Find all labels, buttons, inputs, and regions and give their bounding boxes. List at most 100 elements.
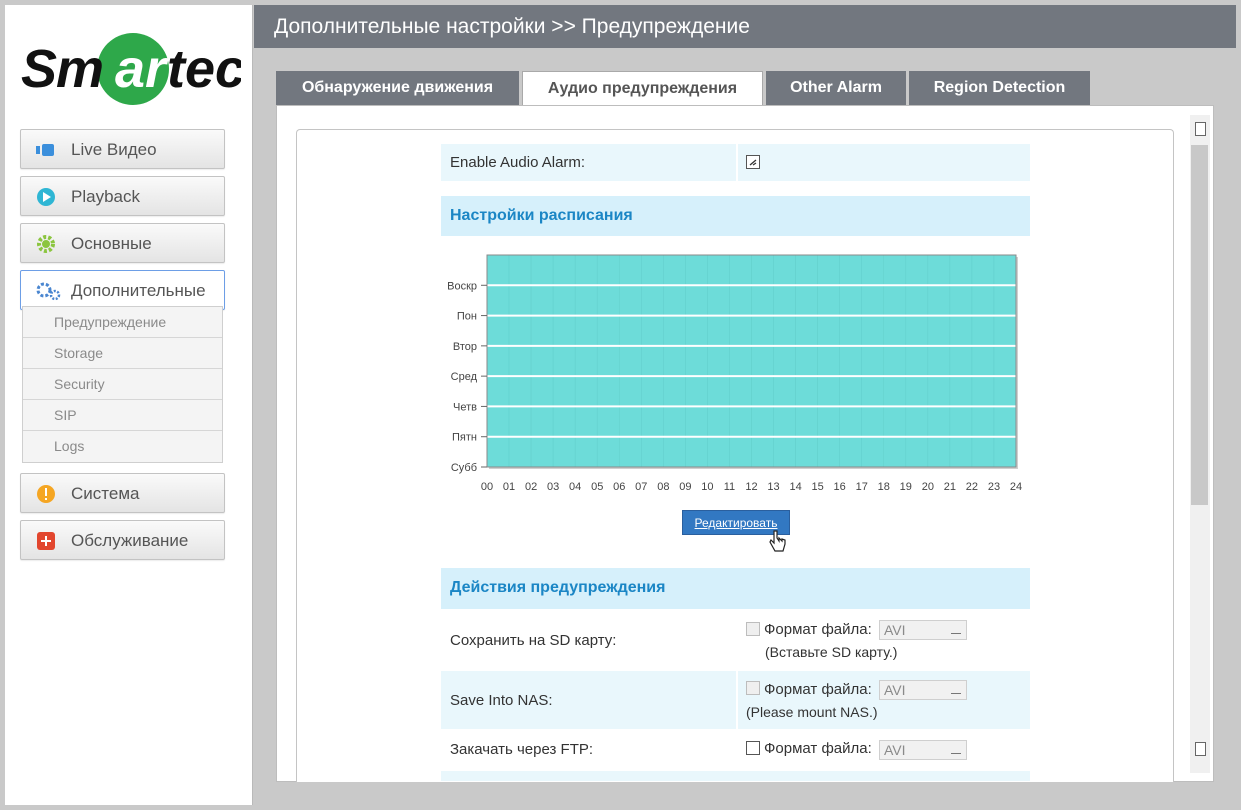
schedule-cell[interactable] <box>663 436 686 468</box>
nav-maintenance[interactable]: Обслуживание <box>20 520 225 560</box>
schedule-cell[interactable] <box>619 285 642 316</box>
schedule-cell[interactable] <box>971 254 995 286</box>
schedule-cell[interactable] <box>817 345 840 377</box>
schedule-cell[interactable] <box>949 436 973 468</box>
schedule-cell[interactable] <box>574 345 598 377</box>
schedule-cell[interactable] <box>530 254 554 286</box>
schedule-cell[interactable] <box>596 285 620 316</box>
schedule-cell[interactable] <box>949 315 973 347</box>
schedule-cell[interactable] <box>596 254 620 286</box>
schedule-cell[interactable] <box>552 285 576 316</box>
schedule-cell[interactable] <box>729 375 752 407</box>
schedule-cell[interactable] <box>905 436 929 468</box>
nas-format-select[interactable]: AVI <box>879 680 967 700</box>
vertical-scrollbar[interactable] <box>1190 115 1210 773</box>
schedule-cell[interactable] <box>971 285 995 316</box>
schedule-cell[interactable] <box>641 406 664 437</box>
schedule-cell[interactable] <box>530 436 554 468</box>
schedule-cell[interactable] <box>751 436 774 468</box>
schedule-cell[interactable] <box>773 406 796 437</box>
schedule-cell[interactable] <box>663 285 686 316</box>
schedule-cell[interactable] <box>574 315 598 347</box>
schedule-cell[interactable] <box>795 315 818 347</box>
schedule-chart[interactable]: Воскр Пон Втор Сред Четв Пятн Субб 00 01 02 03 04 05… <box>436 245 1036 505</box>
schedule-cell[interactable] <box>751 406 774 437</box>
schedule-cell[interactable] <box>685 345 708 377</box>
schedule-cell[interactable] <box>927 406 951 437</box>
schedule-cell[interactable] <box>663 375 686 407</box>
tab-motion-detection[interactable]: Обнаружение движения <box>276 71 519 105</box>
schedule-cell[interactable] <box>596 345 620 377</box>
schedule-cell[interactable] <box>883 375 907 407</box>
schedule-cell[interactable] <box>552 406 576 437</box>
schedule-cell[interactable] <box>795 254 818 286</box>
schedule-cell[interactable] <box>685 406 708 437</box>
schedule-cell[interactable] <box>861 375 885 407</box>
schedule-cell[interactable] <box>729 285 752 316</box>
schedule-cell[interactable] <box>817 436 840 468</box>
schedule-cell[interactable] <box>905 345 929 377</box>
tab-other-alarm[interactable]: Other Alarm <box>766 71 906 105</box>
schedule-cell[interactable] <box>817 406 840 437</box>
schedule-cell[interactable] <box>619 254 642 286</box>
schedule-cell[interactable] <box>596 436 620 468</box>
schedule-cell[interactable] <box>619 375 642 407</box>
schedule-cell[interactable] <box>993 315 1017 347</box>
schedule-cell[interactable] <box>883 285 907 316</box>
schedule-cell[interactable] <box>663 254 686 286</box>
schedule-cell[interactable] <box>993 254 1017 286</box>
schedule-cell[interactable] <box>971 345 995 377</box>
schedule-cell[interactable] <box>949 254 973 286</box>
ftp-checkbox[interactable] <box>746 741 760 755</box>
schedule-cell[interactable] <box>883 345 907 377</box>
submenu-sip[interactable]: SIP <box>23 400 222 431</box>
nav-live-video[interactable]: Live Видео <box>20 129 225 169</box>
scroll-down-arrow[interactable] <box>1195 742 1206 756</box>
schedule-cell[interactable] <box>993 375 1017 407</box>
schedule-cell[interactable] <box>530 375 554 407</box>
schedule-cell[interactable] <box>949 375 973 407</box>
schedule-cell[interactable] <box>685 375 708 407</box>
schedule-cell[interactable] <box>883 436 907 468</box>
schedule-cell[interactable] <box>861 436 885 468</box>
schedule-cell[interactable] <box>574 285 598 316</box>
schedule-cell[interactable] <box>949 406 973 437</box>
submenu-security[interactable]: Security <box>23 369 222 400</box>
schedule-cell[interactable] <box>883 315 907 347</box>
schedule-cell[interactable] <box>530 345 554 377</box>
schedule-cell[interactable] <box>949 345 973 377</box>
schedule-cell[interactable] <box>619 345 642 377</box>
schedule-cell[interactable] <box>905 285 929 316</box>
schedule-cell[interactable] <box>883 406 907 437</box>
schedule-cell[interactable] <box>508 315 532 347</box>
schedule-cell[interactable] <box>663 315 686 347</box>
schedule-cell[interactable] <box>817 375 840 407</box>
schedule-cell[interactable] <box>707 315 730 347</box>
schedule-cell[interactable] <box>552 254 576 286</box>
nav-basic[interactable]: Основные <box>20 223 225 263</box>
schedule-cell[interactable] <box>729 315 752 347</box>
schedule-cell[interactable] <box>486 345 510 377</box>
schedule-cell[interactable] <box>751 285 774 316</box>
schedule-cell[interactable] <box>574 436 598 468</box>
schedule-cell[interactable] <box>773 254 796 286</box>
schedule-cell[interactable] <box>861 254 885 286</box>
schedule-cell[interactable] <box>773 315 796 347</box>
schedule-cell[interactable] <box>685 436 708 468</box>
schedule-cell[interactable] <box>751 345 774 377</box>
schedule-cell[interactable] <box>839 345 862 377</box>
tab-audio-alarm[interactable]: Аудио предупреждения <box>522 71 763 107</box>
schedule-cell[interactable] <box>530 285 554 316</box>
schedule-cell[interactable] <box>707 254 730 286</box>
schedule-cell[interactable] <box>729 436 752 468</box>
schedule-cell[interactable] <box>839 406 862 437</box>
schedule-cell[interactable] <box>508 436 532 468</box>
sd-card-checkbox[interactable] <box>746 622 760 636</box>
schedule-cell[interactable] <box>927 375 951 407</box>
schedule-cell[interactable] <box>927 285 951 316</box>
scroll-thumb[interactable] <box>1191 145 1208 505</box>
schedule-cell[interactable] <box>795 375 818 407</box>
schedule-cell[interactable] <box>641 375 664 407</box>
nav-playback[interactable]: Playback <box>20 176 225 216</box>
schedule-cell[interactable] <box>949 285 973 316</box>
